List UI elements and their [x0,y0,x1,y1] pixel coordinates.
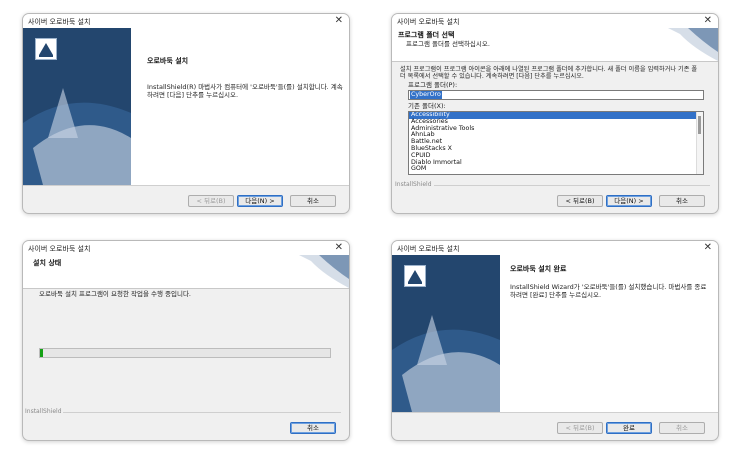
welcome-heading: 오로바둑 설치 [147,57,189,65]
list-item[interactable]: BlueStacks X [409,145,703,153]
cancel-button[interactable]: 취소 [659,422,705,434]
next-button[interactable]: 다음(N) > [237,195,283,207]
complete-content: 오로바둑 설치 완료 InstallShield Wizard가 '오로바둑'들… [500,255,718,412]
divider [434,185,710,186]
title-bar: 사이버 오로바둑 설치 ✕ [23,14,349,28]
program-folder-label: 프로그램 폴더(P): [408,81,458,89]
window-title: 사이버 오로바둑 설치 [397,18,460,26]
program-folder-value: CyberOro [410,91,442,99]
progress-fill [40,349,43,357]
folder-header: 프로그램 폴더 선택 프로그램 폴더를 선택하십시오. [392,28,718,62]
complete-heading: 오로바둑 설치 완료 [510,265,567,273]
cancel-button[interactable]: 취소 [290,422,336,434]
list-item[interactable]: Battle.net [409,138,703,146]
folder-heading: 프로그램 폴더 선택 [398,31,455,39]
close-icon[interactable]: ✕ [335,15,343,27]
close-icon[interactable]: ✕ [704,242,712,254]
complete-dialog: 사이버 오로바둑 설치 ✕ 오로바둑 설치 완료 InstallShield W… [391,240,719,441]
page-curl-art [299,255,349,288]
title-bar: 사이버 오로바둑 설치 ✕ [392,14,718,28]
scroll-thumb[interactable] [698,116,701,134]
back-button[interactable]: < 뒤로(B) [557,195,603,207]
back-button[interactable]: < 뒤로(B) [557,422,603,434]
list-item[interactable]: Diablo Immortal [409,159,703,167]
close-icon[interactable]: ✕ [704,15,712,27]
folder-body: 설치 프로그램이 프로그램 아이콘을 아래에 나열된 프로그램 폴더에 추가합니… [400,66,698,80]
welcome-content: 오로바둑 설치 InstallShield(R) 마법사가 컴퓨터에 '오로바둑… [131,28,349,185]
program-folder-input[interactable]: CyberOro [408,90,704,100]
progress-heading: 설치 상태 [33,259,62,267]
folder-items: Accessibility Accessories Administrative T… [409,112,703,173]
divider [63,412,341,413]
installer-logo-icon [404,265,426,287]
close-icon[interactable]: ✕ [335,242,343,254]
title-bar: 사이버 오로바둑 설치 ✕ [23,241,349,255]
progress-header: 설치 상태 [23,255,349,289]
complete-body: InstallShield Wizard가 '오로바둑'들(를) 설치했습니다.… [510,283,707,299]
window-title: 사이버 오로바둑 설치 [28,18,91,26]
installshield-brand: InstallShield [25,408,62,415]
cancel-button[interactable]: 취소 [659,195,705,207]
list-item[interactable]: Administrative Tools [409,125,703,133]
window-title: 사이버 오로바둑 설치 [28,245,91,253]
welcome-body: InstallShield(R) 마법사가 컴퓨터에 '오로바둑'들(를) 설치… [147,83,343,99]
installer-logo-icon [35,38,57,60]
list-scrollbar[interactable] [696,112,703,174]
list-item[interactable]: AhnLab [409,132,703,139]
page-curl-art [668,28,718,61]
side-banner [23,28,131,185]
list-item[interactable]: Accessibility [409,112,703,119]
next-button[interactable]: 다음(N) > [606,195,652,207]
progress-dialog: 사이버 오로바둑 설치 ✕ 설치 상태 오로바둑 설치 프로그램이 요청한 작업… [22,240,350,441]
installshield-brand: InstallShield [395,181,432,188]
existing-folders-label: 기존 폴더(X): [408,102,446,110]
folder-subheading: 프로그램 폴더를 선택하십시오. [406,40,490,48]
cancel-button[interactable]: 취소 [290,195,336,207]
existing-folders-list[interactable]: Accessibility Accessories Administrative T… [408,111,704,175]
back-button[interactable]: < 뒤로(B) [188,195,234,207]
list-item[interactable]: GOM [409,166,703,173]
side-banner [392,255,500,412]
progress-bar [39,348,331,358]
folder-dialog: 사이버 오로바둑 설치 ✕ 프로그램 폴더 선택 프로그램 폴더를 선택하십시오… [391,13,719,214]
divider [392,412,718,413]
finish-button[interactable]: 완료 [606,422,652,434]
title-bar: 사이버 오로바둑 설치 ✕ [392,241,718,255]
welcome-dialog: 사이버 오로바둑 설치 ✕ 오로바둑 설치 InstallShield(R) 마… [22,13,350,214]
divider [23,185,349,186]
window-title: 사이버 오로바둑 설치 [397,245,460,253]
progress-status: 오로바둑 설치 프로그램이 요청한 작업을 수행 중입니다. [39,290,192,298]
